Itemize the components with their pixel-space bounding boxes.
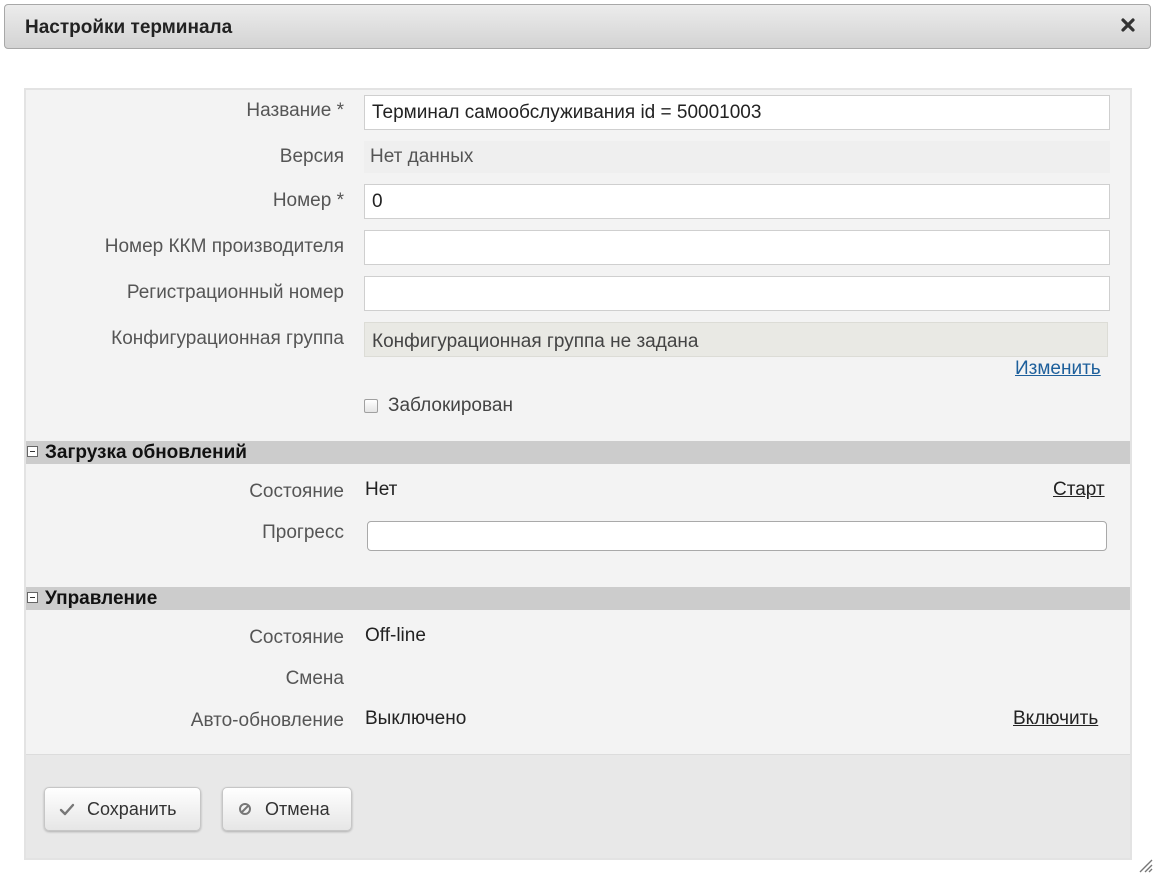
settings-panel: Название * Версия Нет данных Номер * Ном… <box>24 88 1132 860</box>
collapse-icon[interactable] <box>27 592 38 603</box>
save-button[interactable]: Сохранить <box>44 787 201 831</box>
kkm-number-field[interactable] <box>364 230 1110 265</box>
shift-label: Смена <box>285 668 344 689</box>
reg-number-label: Регистрационный номер <box>126 282 344 303</box>
cancel-button[interactable]: Отмена <box>222 787 352 831</box>
terminal-settings-dialog: Настройки терминала Название * Версия Не… <box>0 0 1155 875</box>
name-label: Название * <box>246 100 344 121</box>
change-config-group-link[interactable]: Изменить <box>1015 358 1101 380</box>
name-field[interactable] <box>364 95 1110 130</box>
config-group-value: Конфигурационная группа не задана <box>364 322 1108 357</box>
updates-state-value: Нет <box>365 479 398 500</box>
blocked-checkbox[interactable] <box>364 399 378 413</box>
cancel-icon <box>237 801 253 817</box>
autoupdate-value: Выключено <box>365 708 467 729</box>
updates-section-header[interactable]: Загрузка обновлений <box>26 441 1130 464</box>
updates-section-title: Загрузка обновлений <box>45 442 247 463</box>
version-value-box: Нет данных <box>364 141 1110 173</box>
dialog-titlebar[interactable]: Настройки терминала <box>4 4 1151 49</box>
config-group-label: Конфигурационная группа <box>111 328 344 349</box>
enable-autoupdate-link[interactable]: Включить <box>1013 708 1098 730</box>
version-label: Версия <box>279 146 344 167</box>
reg-number-field[interactable] <box>364 276 1110 311</box>
control-state-value: Off-line <box>365 625 426 646</box>
resize-handle-icon[interactable] <box>1135 855 1153 873</box>
autoupdate-label: Авто-обновление <box>190 710 344 731</box>
control-state-label: Состояние <box>249 627 344 648</box>
dialog-title: Настройки терминала <box>25 17 233 38</box>
update-progress-bar <box>367 521 1107 551</box>
close-icon[interactable] <box>1118 15 1138 35</box>
progress-label: Прогресс <box>262 522 344 543</box>
number-field[interactable] <box>364 184 1110 219</box>
blocked-label: Заблокирован <box>388 395 513 416</box>
updates-state-label: Состояние <box>249 481 344 502</box>
save-button-label: Сохранить <box>87 799 177 819</box>
control-section-title: Управление <box>45 588 158 609</box>
dialog-footer: Сохранить Отмена <box>26 754 1130 858</box>
collapse-icon[interactable] <box>27 446 38 457</box>
version-value: Нет данных <box>370 146 474 167</box>
number-label: Номер * <box>272 190 344 211</box>
checkmark-icon <box>59 801 75 817</box>
cancel-button-label: Отмена <box>265 799 330 819</box>
kkm-number-label: Номер ККМ производителя <box>104 236 344 257</box>
start-link[interactable]: Старт <box>1053 479 1105 501</box>
control-section-header[interactable]: Управление <box>26 587 1130 610</box>
